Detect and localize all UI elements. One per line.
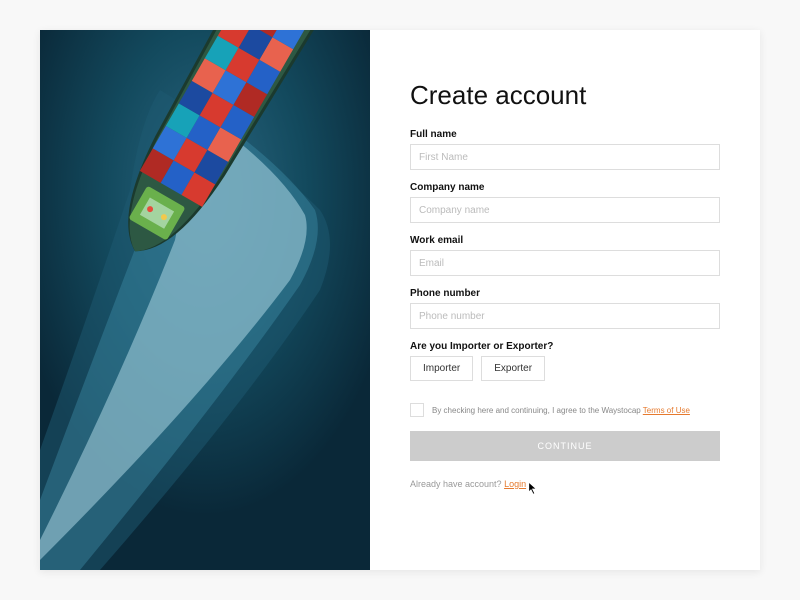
terms-text: By checking here and continuing, I agree…: [432, 406, 690, 415]
form-panel: Create account Full name Company name Wo…: [370, 30, 760, 570]
signup-card: Create account Full name Company name Wo…: [40, 30, 760, 570]
terms-checkbox[interactable]: [410, 403, 424, 417]
importer-button[interactable]: Importer: [410, 356, 473, 381]
hero-image: [40, 30, 370, 570]
phone-input[interactable]: [410, 303, 720, 329]
login-row: Already have account? Login: [410, 479, 720, 489]
continue-button[interactable]: CONTINUE: [410, 431, 720, 461]
login-prefix: Already have account?: [410, 479, 504, 489]
field-full-name: Full name: [410, 129, 720, 170]
field-email: Work email: [410, 235, 720, 276]
terms-link[interactable]: Terms of Use: [643, 406, 690, 415]
login-link[interactable]: Login: [504, 479, 526, 489]
field-phone: Phone number: [410, 288, 720, 329]
email-label: Work email: [410, 235, 720, 246]
exporter-button[interactable]: Exporter: [481, 356, 545, 381]
role-group: Importer Exporter: [410, 356, 720, 381]
cursor-icon: [528, 481, 540, 497]
company-label: Company name: [410, 182, 720, 193]
terms-row: By checking here and continuing, I agree…: [410, 403, 720, 417]
field-role: Are you Importer or Exporter? Importer E…: [410, 341, 720, 381]
role-label: Are you Importer or Exporter?: [410, 341, 720, 352]
phone-label: Phone number: [410, 288, 720, 299]
field-company: Company name: [410, 182, 720, 223]
full-name-input[interactable]: [410, 144, 720, 170]
email-input[interactable]: [410, 250, 720, 276]
page-title: Create account: [410, 80, 720, 111]
full-name-label: Full name: [410, 129, 720, 140]
company-input[interactable]: [410, 197, 720, 223]
terms-prefix: By checking here and continuing, I agree…: [432, 406, 643, 415]
